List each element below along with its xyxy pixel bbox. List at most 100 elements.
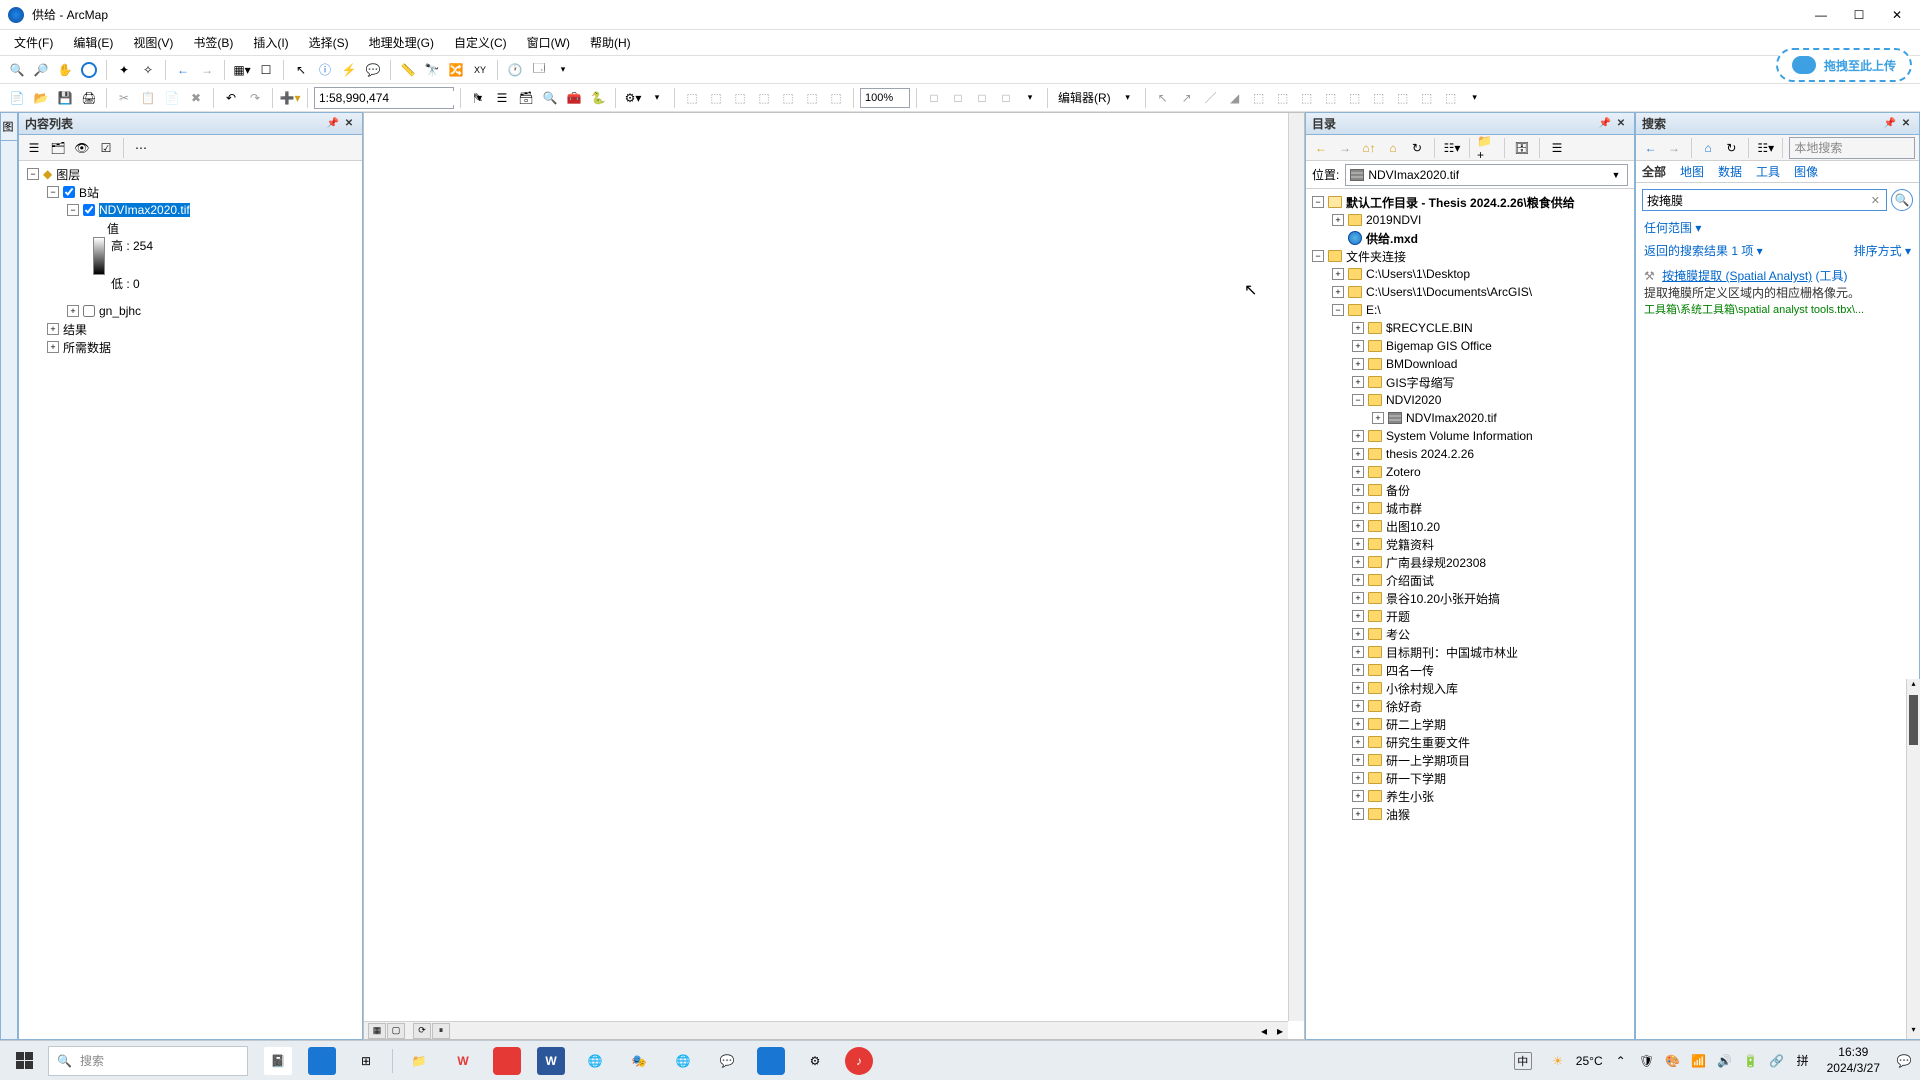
- catalog-pin-button[interactable]: 📌: [1598, 117, 1612, 131]
- toc-close-button[interactable]: ✕: [342, 117, 356, 131]
- cat-toggle-folderconn[interactable]: −: [1312, 250, 1324, 262]
- cat-item-label[interactable]: 党籍资料: [1386, 536, 1434, 553]
- tray-app-3[interactable]: 🔗: [1769, 1053, 1785, 1069]
- select-elements-button[interactable]: ↖: [290, 59, 312, 81]
- catalog-folder-item[interactable]: +出图10.20: [1310, 517, 1630, 535]
- select-features-button[interactable]: ▦▾: [231, 59, 253, 81]
- toc-toggle-ndvi[interactable]: −: [67, 204, 79, 216]
- cat-item-toggle[interactable]: +: [1352, 592, 1364, 604]
- cat-item-label[interactable]: Zotero: [1386, 465, 1421, 479]
- html-popup-button[interactable]: 💬: [362, 59, 384, 81]
- cat-item-label[interactable]: System Volume Information: [1386, 429, 1533, 443]
- cat-item-label[interactable]: 城市群: [1386, 500, 1422, 517]
- new-button[interactable]: 📄: [6, 87, 28, 109]
- taskbar-app-2[interactable]: [493, 1047, 521, 1075]
- map-view[interactable]: ▦ ▢ ⟳ ⏸ ◂ ▸: [363, 112, 1305, 1040]
- catalog-back-button[interactable]: ←: [1310, 137, 1332, 159]
- catalog-close-button[interactable]: ✕: [1614, 117, 1628, 131]
- catalog-folder-item[interactable]: +GIS字母缩写: [1310, 373, 1630, 391]
- tray-battery-icon[interactable]: 🔋: [1743, 1053, 1759, 1069]
- search-back-button[interactable]: ←: [1640, 137, 1661, 159]
- catalog-folder-item[interactable]: + Zotero: [1310, 463, 1630, 481]
- taskbar-wps[interactable]: W: [449, 1047, 477, 1075]
- editor-menu[interactable]: 编辑器(R): [1054, 89, 1115, 106]
- toc-list-by-drawing-order[interactable]: ☰: [23, 137, 45, 159]
- tray-weather-icon[interactable]: ☀: [1550, 1053, 1566, 1069]
- catalog-refresh-button[interactable]: ↻: [1406, 137, 1428, 159]
- catalog-folder-item[interactable]: +考公: [1310, 625, 1630, 643]
- map-canvas[interactable]: ▦ ▢ ⟳ ⏸ ◂ ▸: [364, 113, 1304, 1039]
- search-home-button[interactable]: ⌂: [1698, 137, 1719, 159]
- catalog-folder-item[interactable]: +System Volume Information: [1310, 427, 1630, 445]
- cat-item-label[interactable]: 小徐村规入库: [1386, 680, 1458, 697]
- cat-item-toggle[interactable]: +: [1352, 772, 1364, 784]
- cat-ndvimax[interactable]: NDVImax2020.tif: [1406, 411, 1497, 425]
- time-slider-button[interactable]: 🕐: [504, 59, 526, 81]
- cat-item-label[interactable]: 目标期刊：中国城市林业: [1386, 644, 1518, 661]
- catalog-folder-item[interactable]: +油猴: [1310, 805, 1630, 823]
- catalog-folder-item[interactable]: +thesis 2024.2.26: [1310, 445, 1630, 463]
- toolbar-options-3[interactable]: ▾: [1019, 87, 1041, 109]
- zoom-in-button[interactable]: 🔍: [6, 59, 28, 81]
- location-dropdown[interactable]: ▼: [1609, 170, 1623, 180]
- cat-item-label[interactable]: GIS字母缩写: [1386, 374, 1455, 391]
- cat-item-toggle[interactable]: +: [1352, 466, 1364, 478]
- catalog-folder-item[interactable]: +研一下学期: [1310, 769, 1630, 787]
- menu-geoprocessing[interactable]: 地理处理(G): [361, 31, 442, 54]
- taskbar-app-3[interactable]: 🌐: [581, 1047, 609, 1075]
- fixed-zoom-in-button[interactable]: ✦: [113, 59, 135, 81]
- cat-item-label[interactable]: BMDownload: [1386, 357, 1457, 371]
- search-scroll-thumb[interactable]: [1909, 695, 1918, 745]
- menu-file[interactable]: 文件(F): [6, 31, 61, 54]
- search-clear-button[interactable]: ✕: [1869, 194, 1882, 207]
- cat-toggle-2019ndvi[interactable]: +: [1332, 214, 1344, 226]
- search-close-button[interactable]: ✕: [1899, 117, 1913, 131]
- taskbar-app-5[interactable]: [757, 1047, 785, 1075]
- tray-weather-temp[interactable]: 25°C: [1576, 1054, 1603, 1068]
- toc-toggle-layers[interactable]: −: [27, 168, 39, 180]
- cat-item-label[interactable]: 研一上学期项目: [1386, 752, 1470, 769]
- toc-group-needed[interactable]: 所需数据: [63, 339, 111, 356]
- cat-item-toggle[interactable]: +: [1352, 610, 1364, 622]
- toc-toggle-results[interactable]: +: [47, 323, 59, 335]
- toc-check-bstation[interactable]: [63, 186, 75, 198]
- cat-item-toggle[interactable]: +: [1352, 556, 1364, 568]
- refresh-view-button[interactable]: ⟳: [413, 1023, 431, 1039]
- goto-xy-button[interactable]: XY: [469, 59, 491, 81]
- catalog-folder-item[interactable]: +介绍面试: [1310, 571, 1630, 589]
- search-refresh-button[interactable]: ↻: [1721, 137, 1742, 159]
- catalog-toggle-tree-button[interactable]: ☷▾: [1441, 137, 1463, 159]
- taskbar-settings[interactable]: ⚙: [801, 1047, 829, 1075]
- hscroll-right[interactable]: ▸: [1272, 1024, 1288, 1038]
- taskbar-app-arcmap[interactable]: [308, 1047, 336, 1075]
- print-button[interactable]: 🖨: [78, 87, 100, 109]
- catalog-folder-item[interactable]: +Bigemap GIS Office: [1310, 337, 1630, 355]
- cat-item-label[interactable]: 徐好奇: [1386, 698, 1422, 715]
- zoom-percent[interactable]: 100%: [860, 88, 910, 108]
- cat-arcgisdocs[interactable]: C:\Users\1\Documents\ArcGIS\: [1366, 285, 1532, 299]
- taskbar-explorer[interactable]: 📁: [405, 1047, 433, 1075]
- taskbar-search[interactable]: 🔍 搜索: [48, 1046, 248, 1076]
- cat-item-toggle[interactable]: +: [1352, 502, 1364, 514]
- tray-ime-box[interactable]: 中: [1514, 1052, 1532, 1070]
- catalog-folder-item[interactable]: +小徐村规入库: [1310, 679, 1630, 697]
- cat-item-label[interactable]: 景谷10.20小张开始搞: [1386, 590, 1500, 607]
- cat-item-toggle[interactable]: +: [1352, 754, 1364, 766]
- pan-button[interactable]: ✋: [54, 59, 76, 81]
- catalog-folder-item[interactable]: +研究生重要文件: [1310, 733, 1630, 751]
- toc-group-bstation[interactable]: B站: [79, 184, 99, 201]
- search-scrollbar[interactable]: ▴ ▾: [1906, 679, 1920, 1039]
- add-data-button[interactable]: ➕▾: [279, 87, 301, 109]
- python-window-button[interactable]: 🐍: [587, 87, 609, 109]
- catalog-connect-db-button[interactable]: 🗄: [1511, 137, 1533, 159]
- catalog-options-button[interactable]: ☰: [1546, 137, 1568, 159]
- menu-windows[interactable]: 窗口(W): [519, 31, 578, 54]
- toolbar-options-4[interactable]: ▾: [1464, 87, 1486, 109]
- pause-drawing-button[interactable]: ⏸: [432, 1023, 450, 1039]
- cat-item-label[interactable]: thesis 2024.2.26: [1386, 447, 1474, 461]
- cat-default-wd[interactable]: 默认工作目录 - Thesis 2024.2.26\粮食供给: [1346, 194, 1575, 211]
- minimize-button[interactable]: —: [1814, 8, 1828, 22]
- search-tab-images[interactable]: 图像: [1794, 163, 1818, 180]
- maximize-button[interactable]: ☐: [1852, 8, 1866, 22]
- toc-group-results[interactable]: 结果: [63, 321, 87, 338]
